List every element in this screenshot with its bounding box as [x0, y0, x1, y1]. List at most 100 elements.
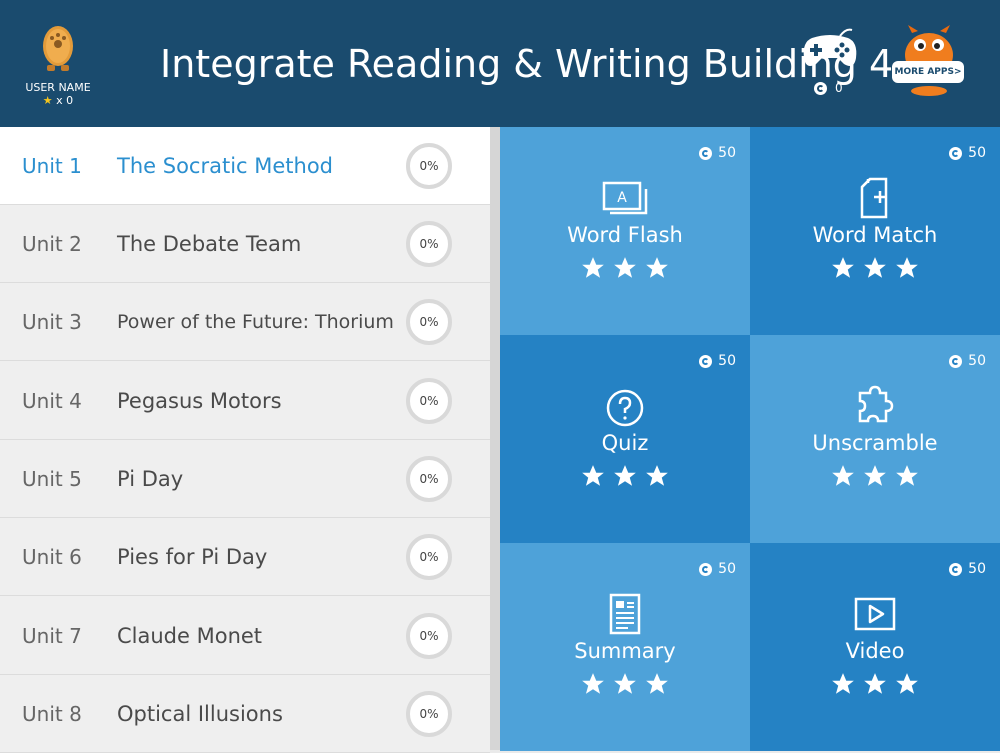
unit-row[interactable]: Unit 7 Claude Monet 0%	[0, 597, 490, 675]
activity-cost: 50	[949, 145, 986, 161]
activity-tile-video[interactable]: 50 Video	[750, 543, 1000, 751]
activity-cost: 50	[949, 561, 986, 577]
unit-row[interactable]: Unit 4 Pegasus Motors 0%	[0, 362, 490, 440]
activity-stars	[750, 463, 1000, 493]
puzzle-icon	[858, 385, 894, 423]
star-icon	[582, 257, 604, 278]
star-icon	[646, 257, 668, 278]
activity-name: Word Match	[812, 223, 938, 247]
unit-progress-ring: 0%	[406, 143, 452, 189]
coin-icon	[699, 146, 713, 160]
activity-name: Video	[845, 639, 905, 663]
activity-tile-quiz[interactable]: 50 Quiz	[500, 335, 750, 543]
unit-progress-ring: 0%	[406, 534, 452, 580]
activity-tile-summary[interactable]: 50 Summary	[500, 543, 750, 751]
unit-title: The Socratic Method	[117, 154, 334, 178]
star-icon	[614, 465, 636, 486]
activity-stars	[500, 255, 750, 285]
unit-number: Unit 6	[22, 545, 82, 569]
star-icon	[864, 257, 886, 278]
unit-progress-ring: 0%	[406, 299, 452, 345]
activity-grid: 50 A Word Flash 50 Word Match 50 Quiz 50…	[500, 127, 1000, 751]
star-icon	[864, 465, 886, 486]
panel-divider	[490, 127, 500, 750]
activity-name: Summary	[574, 639, 676, 663]
user-profile[interactable]: USER NAME ★ x 0	[18, 22, 98, 107]
coin-icon	[814, 81, 827, 95]
user-name-label: USER NAME	[25, 81, 91, 94]
user-star-count: ★ x 0	[18, 94, 98, 107]
coin-icon	[949, 146, 963, 160]
user-star-value: x 0	[56, 94, 74, 107]
star-icon	[582, 465, 604, 486]
coin-icon	[699, 562, 713, 576]
star-icon	[832, 673, 854, 694]
unit-number: Unit 8	[22, 702, 82, 726]
activity-cost-value: 50	[718, 145, 736, 161]
unit-number: Unit 1	[22, 154, 82, 178]
unit-row[interactable]: Unit 1 The Socratic Method 0%	[0, 127, 490, 205]
star-icon	[896, 465, 918, 486]
activity-tile-word-match[interactable]: 50 Word Match	[750, 127, 1000, 335]
star-icon	[896, 257, 918, 278]
unit-row[interactable]: Unit 6 Pies for Pi Day 0%	[0, 518, 490, 596]
word-flash-icon: A	[602, 181, 648, 215]
star-icon	[896, 673, 918, 694]
coin-balance-value: 0	[835, 81, 843, 95]
svg-text:A: A	[617, 190, 627, 206]
unit-number: Unit 2	[22, 232, 82, 256]
activity-name: Quiz	[601, 431, 649, 455]
activity-name: Unscramble	[812, 431, 938, 455]
activity-tile-word-flash[interactable]: 50 A Word Flash	[500, 127, 750, 335]
star-icon	[614, 673, 636, 694]
star-icon	[614, 257, 636, 278]
unit-progress-ring: 0%	[406, 456, 452, 502]
activity-cost: 50	[699, 353, 736, 369]
activity-cost: 50	[699, 561, 736, 577]
quiz-icon	[606, 389, 644, 427]
unit-title: Pies for Pi Day	[117, 545, 268, 569]
activity-cost-value: 50	[718, 561, 736, 577]
coin-icon	[949, 562, 963, 576]
activity-cost-value: 50	[968, 353, 986, 369]
more-apps-button[interactable]: MORE APPS>	[890, 25, 968, 97]
unit-row[interactable]: Unit 2 The Debate Team 0%	[0, 205, 490, 283]
unit-number: Unit 5	[22, 467, 82, 491]
star-icon	[582, 673, 604, 694]
unit-list: Unit 1 The Socratic Method 0% Unit 2 The…	[0, 127, 490, 753]
star-icon	[832, 257, 854, 278]
star-icon	[646, 465, 668, 486]
activity-cost: 50	[949, 353, 986, 369]
unit-progress-ring: 0%	[406, 221, 452, 267]
unit-progress-ring: 0%	[406, 378, 452, 424]
activity-stars	[500, 671, 750, 701]
unit-title: Pi Day	[117, 467, 184, 491]
unit-title: The Debate Team	[117, 232, 302, 256]
app-header: USER NAME ★ x 0 Integrate Reading & Writ…	[0, 0, 1000, 127]
unit-number: Unit 4	[22, 389, 82, 413]
unit-title: Optical Illusions	[117, 702, 283, 726]
unit-number: Unit 7	[22, 624, 82, 648]
unit-title: Pegasus Motors	[117, 389, 282, 413]
unit-row[interactable]: Unit 5 Pi Day 0%	[0, 440, 490, 518]
page-title: Integrate Reading & Writing Building 4	[160, 42, 894, 86]
word-match-icon	[860, 177, 888, 219]
unit-row[interactable]: Unit 3 Power of the Future: Thorium 0%	[0, 283, 490, 361]
activity-cost-value: 50	[968, 145, 986, 161]
star-icon	[646, 673, 668, 694]
more-apps-label: MORE APPS>	[892, 61, 964, 83]
unit-title: Claude Monet	[117, 624, 263, 648]
unit-progress-ring: 0%	[406, 613, 452, 659]
activity-tile-unscramble[interactable]: 50 Unscramble	[750, 335, 1000, 543]
game-controller-icon[interactable]	[800, 24, 860, 74]
activity-stars	[750, 671, 1000, 701]
unit-number: Unit 3	[22, 310, 82, 334]
coin-balance: 0	[814, 81, 843, 95]
unit-row[interactable]: Unit 8 Optical Illusions 0%	[0, 675, 490, 753]
user-avatar-icon	[43, 26, 73, 71]
star-icon	[864, 673, 886, 694]
star-icon: ★	[42, 94, 53, 107]
unit-title: Power of the Future: Thorium	[117, 311, 394, 333]
activity-stars	[750, 255, 1000, 285]
coin-icon	[949, 354, 963, 368]
